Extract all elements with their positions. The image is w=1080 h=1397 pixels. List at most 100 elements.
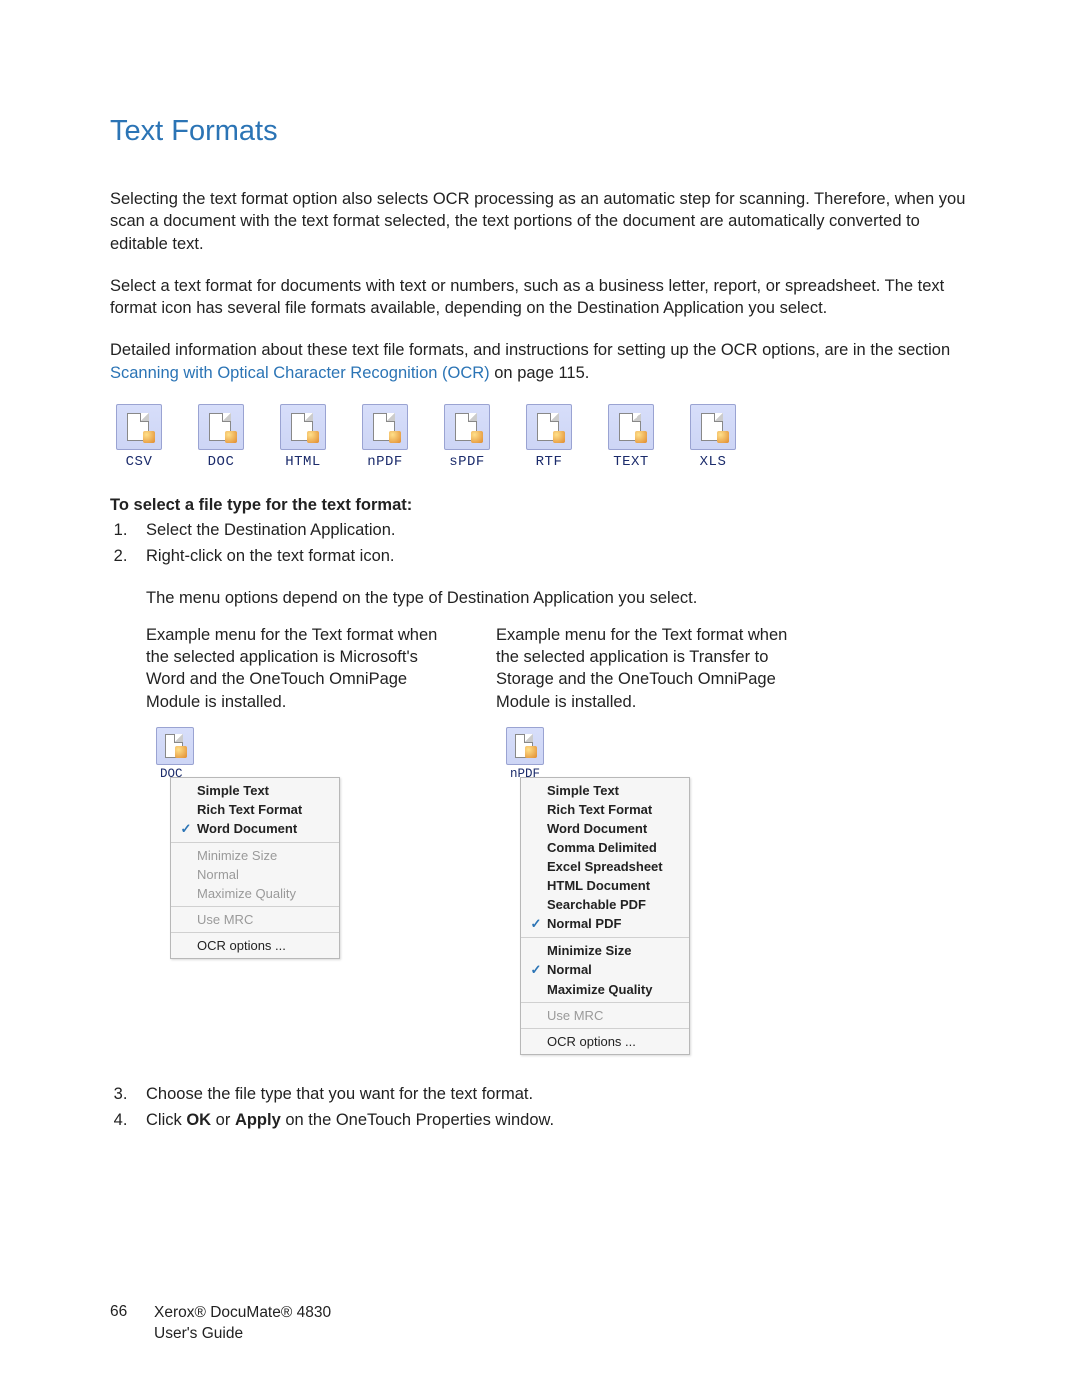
format-item-text[interactable]: TEXT (602, 404, 660, 470)
format-item-spdf[interactable]: sPDF (438, 404, 496, 470)
menu-item[interactable]: Excel Spreadsheet (521, 857, 689, 876)
left-column: Example menu for the Text format when th… (146, 624, 456, 1055)
format-label: DOC (208, 454, 235, 470)
right-context-menu: Simple Text Rich Text Format Word Document… (520, 777, 690, 1055)
menu-item: Normal (171, 865, 339, 884)
menu-item[interactable]: HTML Document (521, 876, 689, 895)
menu-item-label: Simple Text (547, 783, 619, 798)
steps-1-2: Select the Destination Application.Right… (110, 519, 970, 569)
format-label: CSV (126, 454, 153, 470)
menu-item[interactable]: Maximize Quality (521, 980, 689, 999)
step-item: Right-click on the text format icon. (132, 545, 970, 569)
step-item: Select the Destination Application. (132, 519, 970, 543)
menu-item[interactable]: ✓Normal (521, 960, 689, 980)
ocr-link[interactable]: Scanning with Optical Character Recognit… (110, 364, 490, 382)
check-icon: ✓ (525, 916, 547, 932)
check-icon: ✓ (175, 821, 197, 837)
paragraph-1: Selecting the text format option also se… (110, 188, 970, 255)
menu-item-label: Use MRC (197, 912, 253, 927)
footer: 66 Xerox® DocuMate® 4830 User's Guide (110, 1303, 331, 1345)
format-label: XLS (700, 454, 727, 470)
menu-item[interactable]: Word Document (521, 819, 689, 838)
format-label: TEXT (613, 454, 649, 470)
menu-item-label: Maximize Quality (547, 982, 652, 997)
paragraph-2: Select a text format for documents with … (110, 275, 970, 320)
paragraph-3: Detailed information about these text fi… (110, 339, 970, 384)
step-item: Choose the file type that you want for t… (132, 1083, 970, 1107)
menu-item-label: Word Document (197, 821, 297, 836)
format-item-npdf[interactable]: nPDF (356, 404, 414, 470)
menu-item-label: Use MRC (547, 1008, 603, 1023)
format-label: nPDF (367, 454, 403, 470)
file-icon (526, 404, 572, 450)
footer-text: Xerox® DocuMate® 4830 User's Guide (154, 1303, 331, 1345)
menu-item-label: Rich Text Format (197, 802, 302, 817)
format-label: sPDF (449, 454, 485, 470)
check-icon: ✓ (525, 962, 547, 978)
step-item: Click OK or Apply on the OneTouch Proper… (132, 1109, 970, 1133)
menu-item: Maximize Quality (171, 884, 339, 903)
left-format-icon[interactable]: DOC (156, 727, 456, 781)
file-icon (156, 727, 194, 765)
menu-item-label: Normal (197, 867, 239, 882)
footer-line-1: Xerox® DocuMate® 4830 (154, 1303, 331, 1324)
file-icon (198, 404, 244, 450)
file-icon (280, 404, 326, 450)
format-item-rtf[interactable]: RTF (520, 404, 578, 470)
menu-item-label: Normal PDF (547, 916, 621, 931)
menu-item-label: OCR options ... (547, 1034, 636, 1049)
file-icon (444, 404, 490, 450)
menu-item: Use MRC (171, 910, 339, 929)
menu-item-label: Minimize Size (547, 943, 632, 958)
file-icon (506, 727, 544, 765)
right-format-icon[interactable]: nPDF (506, 727, 806, 781)
menu-item[interactable]: Minimize Size (521, 941, 689, 960)
file-icon (608, 404, 654, 450)
format-item-html[interactable]: HTML (274, 404, 332, 470)
instruction-heading: To select a file type for the text forma… (110, 496, 970, 515)
page-number: 66 (110, 1303, 154, 1321)
menu-item-label: Rich Text Format (547, 802, 652, 817)
example-columns: Example menu for the Text format when th… (146, 624, 970, 1055)
menu-item-label: Word Document (547, 821, 647, 836)
menu-item[interactable]: ✓Word Document (171, 819, 339, 839)
menu-item-label: Searchable PDF (547, 897, 646, 912)
menu-item-label: Excel Spreadsheet (547, 859, 663, 874)
menu-item-label: Normal (547, 962, 592, 977)
menu-item-label: Minimize Size (197, 848, 277, 863)
right-caption: Example menu for the Text format when th… (496, 624, 806, 713)
format-item-doc[interactable]: DOC (192, 404, 250, 470)
menu-item: Use MRC (521, 1006, 689, 1025)
section-title: Text Formats (110, 115, 970, 148)
format-icon-row: CSV DOC HTML nPDF sPDF RTF TEXT XLS (110, 404, 970, 470)
menu-item[interactable]: Rich Text Format (171, 800, 339, 819)
format-item-xls[interactable]: XLS (684, 404, 742, 470)
file-icon (362, 404, 408, 450)
menu-item[interactable]: ✓Normal PDF (521, 914, 689, 934)
file-icon (116, 404, 162, 450)
left-caption: Example menu for the Text format when th… (146, 624, 456, 713)
left-context-menu: Simple TextRich Text Format✓Word Documen… (170, 777, 340, 959)
para3-prefix: Detailed information about these text fi… (110, 341, 950, 359)
menu-item[interactable]: Simple Text (171, 781, 339, 800)
menu-item-label: Simple Text (197, 783, 269, 798)
right-column: Example menu for the Text format when th… (496, 624, 806, 1055)
menu-item[interactable]: OCR options ... (521, 1032, 689, 1051)
menu-item[interactable]: Simple Text (521, 781, 689, 800)
menu-item[interactable]: OCR options ... (171, 936, 339, 955)
format-item-csv[interactable]: CSV (110, 404, 168, 470)
steps-3-4: Choose the file type that you want for t… (110, 1083, 970, 1133)
menu-item-label: Comma Delimited (547, 840, 657, 855)
step2-note: The menu options depend on the type of D… (146, 587, 970, 610)
footer-line-2: User's Guide (154, 1324, 331, 1345)
format-label: RTF (536, 454, 563, 470)
format-label: HTML (285, 454, 321, 470)
para3-suffix: on page 115. (490, 364, 590, 382)
menu-item[interactable]: Searchable PDF (521, 895, 689, 914)
menu-item[interactable]: Rich Text Format (521, 800, 689, 819)
file-icon (690, 404, 736, 450)
menu-item[interactable]: Comma Delimited (521, 838, 689, 857)
menu-item-label: OCR options ... (197, 938, 286, 953)
document-page: Text Formats Selecting the text format o… (0, 0, 1080, 1397)
menu-item-label: Maximize Quality (197, 886, 296, 901)
